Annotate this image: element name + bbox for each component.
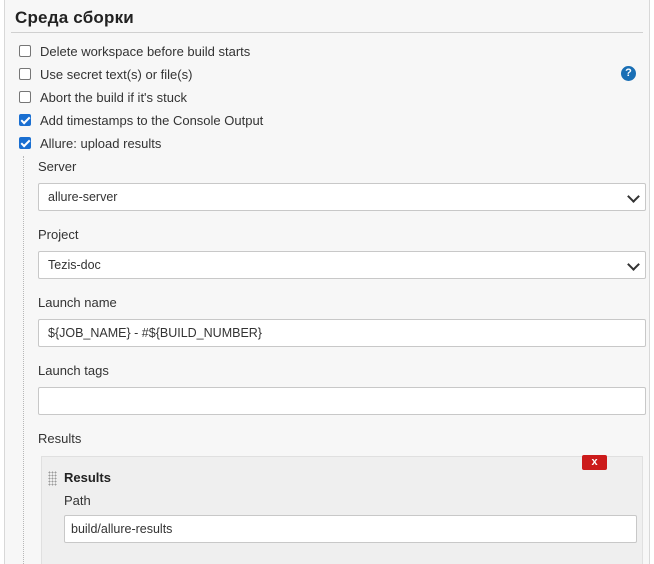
- path-value: build/allure-results: [71, 522, 173, 536]
- project-label: Project: [38, 227, 79, 242]
- option-label: Allure: upload results: [40, 135, 162, 151]
- drag-handle-icon[interactable]: [48, 471, 57, 486]
- results-repeatable-item: Results x Path build/allure-results: [41, 455, 643, 564]
- launch-name-input[interactable]: ${JOB_NAME} - #${BUILD_NUMBER}: [38, 319, 646, 347]
- checkbox-secret-text[interactable]: [19, 68, 31, 80]
- results-item-title: Results: [64, 470, 111, 485]
- build-environment-section: Среда сборки Delete workspace before bui…: [4, 0, 650, 564]
- option-abort-stuck[interactable]: Abort the build if it's stuck: [19, 88, 187, 106]
- option-label: Use secret text(s) or file(s): [40, 66, 193, 82]
- launch-name-value: ${JOB_NAME} - #${BUILD_NUMBER}: [48, 326, 262, 340]
- checkbox-abort-stuck[interactable]: [19, 91, 31, 103]
- option-timestamps[interactable]: Add timestamps to the Console Output: [19, 111, 263, 129]
- delete-button[interactable]: x: [582, 455, 607, 470]
- path-label: Path: [64, 493, 91, 508]
- option-secret-text[interactable]: Use secret text(s) or file(s): [19, 65, 192, 83]
- option-delete-workspace[interactable]: Delete workspace before build starts: [19, 42, 250, 60]
- checkbox-allure-upload[interactable]: [19, 137, 31, 149]
- server-select[interactable]: allure-server: [38, 183, 646, 211]
- help-icon[interactable]: ?: [621, 66, 636, 81]
- checkbox-delete-workspace[interactable]: [19, 45, 31, 57]
- results-label: Results: [38, 431, 82, 446]
- option-label: Delete workspace before build starts: [40, 43, 251, 59]
- checkbox-timestamps[interactable]: [19, 114, 31, 126]
- option-label: Abort the build if it's stuck: [40, 89, 187, 105]
- path-input[interactable]: build/allure-results: [64, 515, 637, 543]
- project-select[interactable]: Tezis-doc: [38, 251, 646, 279]
- project-select-value: Tezis-doc: [48, 258, 101, 272]
- nested-options-guide: [23, 156, 25, 564]
- server-label: Server: [38, 159, 77, 174]
- chevron-down-icon: [627, 258, 640, 271]
- section-divider: [11, 32, 643, 33]
- launch-tags-input[interactable]: [38, 387, 646, 415]
- section-title: Среда сборки: [15, 8, 134, 27]
- server-select-value: allure-server: [48, 190, 118, 204]
- launch-tags-label: Launch tags: [38, 363, 109, 378]
- option-label: Add timestamps to the Console Output: [40, 112, 264, 128]
- option-allure-upload[interactable]: Allure: upload results: [19, 134, 161, 152]
- chevron-down-icon: [627, 190, 640, 203]
- launch-name-label: Launch name: [38, 295, 117, 310]
